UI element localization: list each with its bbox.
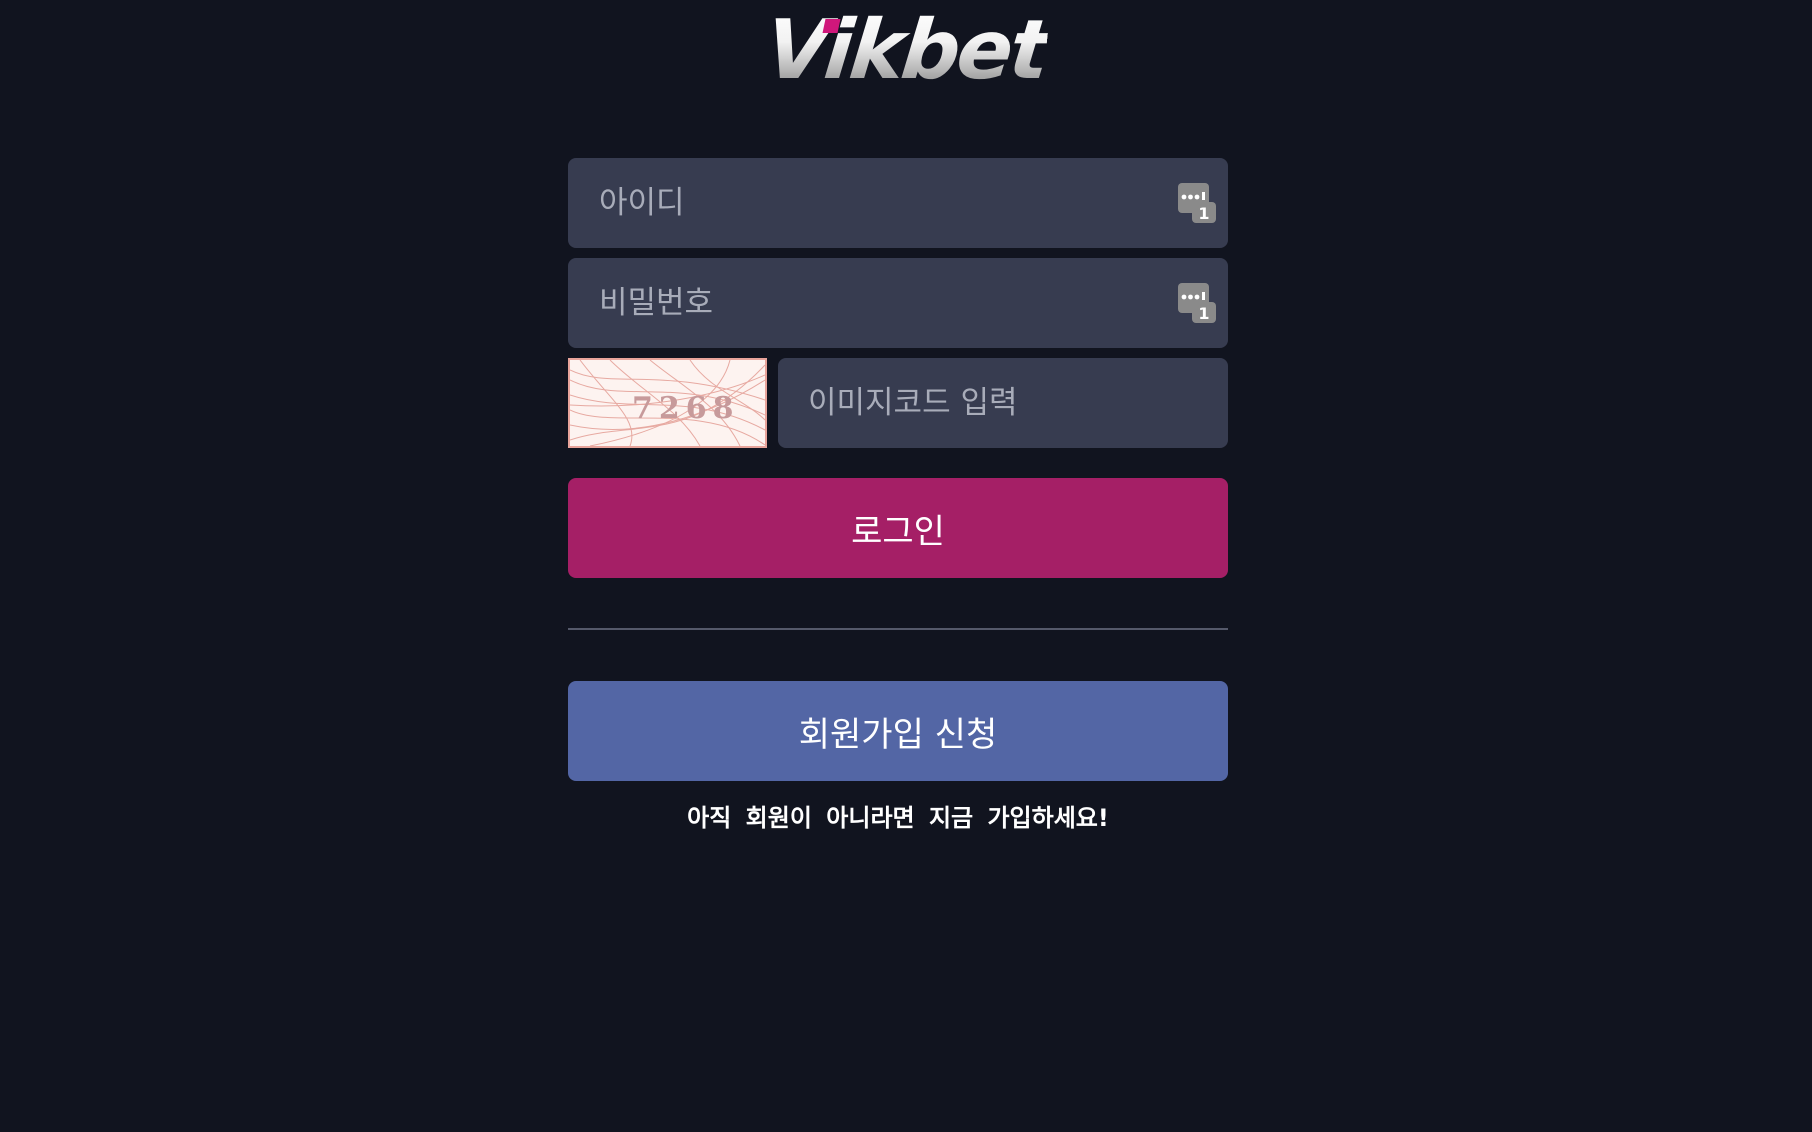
password-field-wrapper: 1 (568, 258, 1228, 348)
svg-text:1: 1 (1198, 204, 1209, 223)
logo-wordmark: Vikbet (760, 3, 1052, 98)
svg-text:1: 1 (1198, 304, 1209, 323)
logo-accent-dot (822, 19, 841, 33)
login-page: Vikbet 1 1 (0, 0, 1812, 1132)
username-field-wrapper: 1 (568, 158, 1228, 248)
captcha-row: 7268 (568, 358, 1228, 448)
divider (568, 628, 1228, 630)
signup-button[interactable]: 회원가입 신청 (568, 681, 1228, 781)
login-button[interactable]: 로그인 (568, 478, 1228, 578)
captcha-field-wrapper (778, 358, 1228, 448)
password-input[interactable] (568, 258, 1228, 348)
captcha-code-text: 7268 (632, 391, 740, 426)
username-input[interactable] (568, 158, 1228, 248)
signup-note: 아직 회원이 아니라면 지금 가입하세요! (687, 804, 1109, 832)
captcha-image: 7268 (568, 358, 767, 448)
password-manager-icon[interactable]: 1 (1178, 283, 1216, 323)
captcha-input[interactable] (778, 358, 1228, 448)
brand-logo: Vikbet (0, 3, 1812, 98)
password-manager-icon[interactable]: 1 (1178, 183, 1216, 223)
login-form: 1 1 (568, 158, 1228, 833)
